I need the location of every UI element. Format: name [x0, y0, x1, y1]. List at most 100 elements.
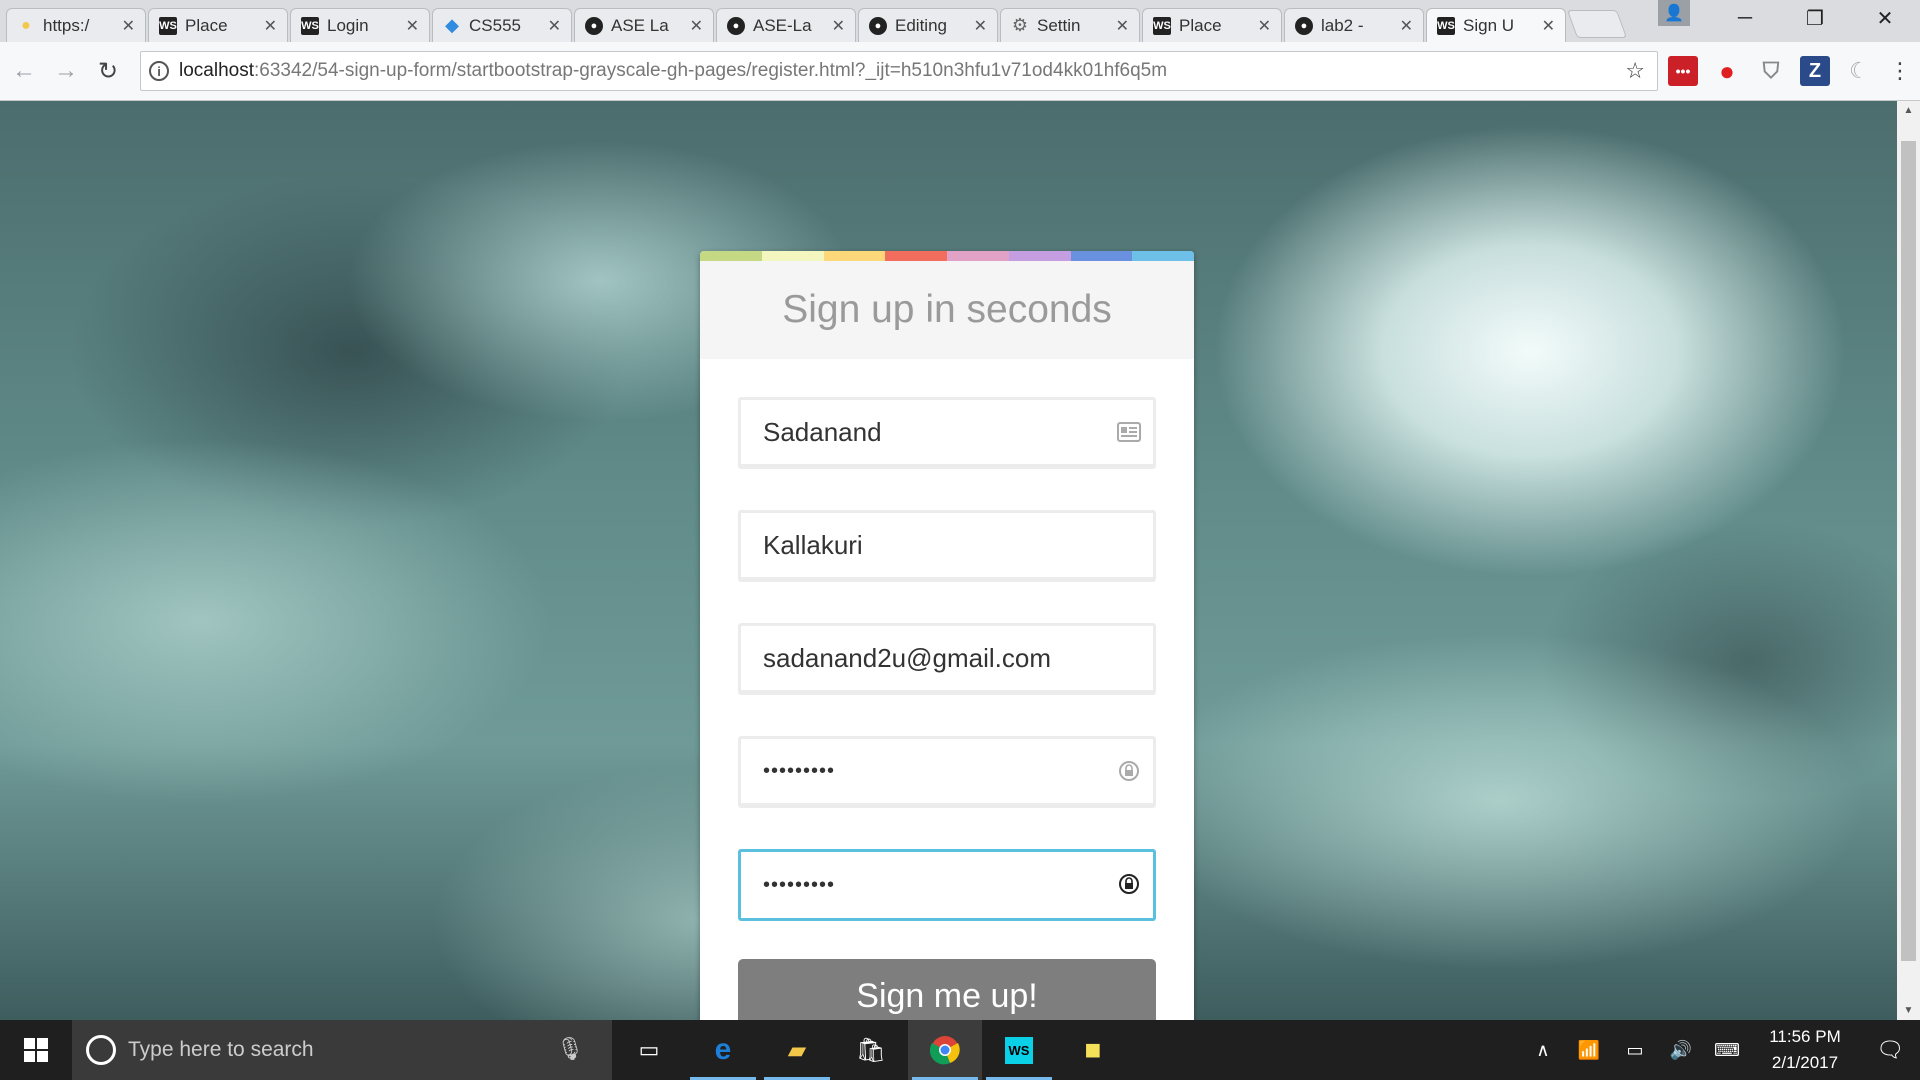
form-title: Sign up in seconds [700, 261, 1194, 359]
webstorm-icon[interactable]: WS [982, 1020, 1056, 1080]
dropbox-icon: ◆ [445, 15, 459, 35]
sign-up-button[interactable]: Sign me up! [738, 959, 1156, 1020]
first-name-input[interactable] [741, 400, 1153, 464]
address-bar[interactable]: i localhost:63342/54-sign-up-form/startb… [140, 51, 1658, 91]
url-host: localhost [179, 60, 254, 81]
windows-taskbar: Type here to search 🎙 ▭ e ▰ 🛍 WS ■ ∧ 📶 ▭… [0, 1020, 1920, 1080]
notifications-icon[interactable]: 🗨 [1860, 1037, 1920, 1063]
color-stripe [700, 251, 1194, 261]
battery-icon[interactable]: ▭ [1612, 1040, 1658, 1061]
gear-icon: ⚙ [1011, 15, 1029, 35]
webstorm-icon: WS [159, 16, 177, 35]
tab-11-active[interactable]: WS Sign U ✕ [1426, 8, 1566, 42]
microphone-icon[interactable]: 🎙 [556, 1036, 584, 1062]
wifi-icon[interactable]: 📶 [1566, 1040, 1612, 1061]
cortana-icon [86, 1035, 116, 1065]
url-path: :63342/54-sign-up-form/startbootstrap-gr… [254, 60, 1168, 81]
stripe-segment [947, 251, 1009, 261]
tab-title: Login [327, 15, 369, 35]
stripe-segment [1008, 251, 1071, 261]
taskbar-search-box[interactable]: Type here to search 🎙 [72, 1020, 612, 1080]
close-window-button[interactable]: ✕ [1850, 0, 1920, 36]
password-manager-icon[interactable] [1115, 757, 1143, 785]
volume-icon[interactable]: 🔊 [1658, 1040, 1704, 1061]
show-hidden-icons-icon[interactable]: ∧ [1520, 1040, 1566, 1061]
info-icon[interactable]: i [149, 61, 169, 81]
page-scrollbar[interactable]: ▲ ▼ [1897, 101, 1920, 1020]
webstorm-icon: WS [1437, 16, 1455, 35]
system-tray: ∧ 📶 ▭ 🔊 ⌨ 11:56 PM 2/1/2017 🗨 [1520, 1020, 1920, 1080]
windows-logo-icon [24, 1038, 48, 1062]
shield-icon[interactable]: ⛉ [1756, 56, 1786, 86]
close-icon[interactable]: ✕ [690, 16, 703, 36]
close-icon[interactable]: ✕ [264, 16, 277, 36]
stripe-segment [1132, 251, 1194, 261]
restore-button[interactable]: ❐ [1780, 0, 1850, 36]
close-icon[interactable]: ✕ [1400, 16, 1413, 36]
tab-title: ASE-La [753, 15, 812, 35]
moon-icon[interactable]: ☾ [1844, 56, 1874, 86]
tab-6[interactable]: ● ASE-La ✕ [716, 8, 856, 42]
forward-button[interactable]: → [48, 53, 84, 89]
new-tab-button[interactable] [1566, 10, 1628, 38]
profile-icon[interactable]: 👤 [1658, 0, 1690, 26]
scroll-down-arrow-icon[interactable]: ▼ [1897, 1005, 1920, 1016]
signup-form: Sign me up! [700, 359, 1194, 1020]
scrollbar-thumb[interactable] [1901, 141, 1916, 961]
password-input[interactable] [741, 739, 1153, 803]
tab-9[interactable]: WS Place ✕ [1142, 8, 1282, 42]
tab-7[interactable]: ● Editing ✕ [858, 8, 998, 42]
stripe-segment [761, 251, 824, 261]
back-button[interactable]: ← [6, 53, 42, 89]
tab-title: lab2 - [1321, 15, 1364, 35]
chrome-icon[interactable] [908, 1020, 982, 1080]
minimize-button[interactable]: ─ [1710, 0, 1780, 36]
tab-2[interactable]: WS Place ✕ [148, 8, 288, 42]
tab-10[interactable]: ● lab2 - ✕ [1284, 8, 1424, 42]
taskbar-clock[interactable]: 11:56 PM 2/1/2017 [1750, 1024, 1860, 1076]
scroll-up-arrow-icon[interactable]: ▲ [1897, 105, 1920, 116]
keyboard-icon[interactable]: ⌨ [1704, 1040, 1750, 1061]
email-input[interactable] [741, 626, 1153, 690]
opera-icon[interactable]: ● [1712, 56, 1742, 86]
zotero-icon[interactable]: Z [1800, 56, 1830, 86]
file-explorer-icon[interactable]: ▰ [760, 1020, 834, 1080]
close-icon[interactable]: ✕ [406, 16, 419, 36]
github-icon: ● [727, 16, 745, 35]
edge-icon[interactable]: e [686, 1020, 760, 1080]
start-button[interactable] [0, 1020, 72, 1080]
tab-4[interactable]: ◆ CS555 ✕ [432, 8, 572, 42]
webstorm-icon: WS [1153, 16, 1171, 35]
menu-icon[interactable]: ⋮ [1888, 58, 1912, 84]
last-name-field [738, 510, 1156, 582]
close-icon[interactable]: ✕ [1542, 16, 1555, 36]
tab-3[interactable]: WS Login ✕ [290, 8, 430, 42]
tab-5[interactable]: ● ASE La ✕ [574, 8, 714, 42]
close-icon[interactable]: ✕ [974, 16, 987, 36]
stripe-segment [885, 251, 947, 261]
github-icon: ● [1295, 16, 1313, 35]
webstorm-icon: WS [301, 16, 319, 35]
github-icon: ● [585, 16, 603, 35]
search-placeholder: Type here to search [128, 1038, 314, 1061]
close-icon[interactable]: ✕ [1258, 16, 1271, 36]
stripe-segment [1070, 251, 1133, 261]
store-icon[interactable]: 🛍 [834, 1020, 908, 1080]
lastpass-icon[interactable]: ••• [1668, 56, 1698, 86]
task-view-icon[interactable]: ▭ [612, 1020, 686, 1080]
close-icon[interactable]: ✕ [832, 16, 845, 36]
close-icon[interactable]: ✕ [1116, 16, 1129, 36]
password-manager-icon[interactable] [1115, 870, 1143, 898]
sticky-notes-icon[interactable]: ■ [1056, 1020, 1130, 1080]
tab-8[interactable]: ⚙ Settin ✕ [1000, 8, 1140, 42]
tab-title: Sign U [1463, 15, 1515, 35]
tab-list: ● https:/ ✕ WS Place ✕ WS Login ✕ ◆ CS55… [0, 0, 1628, 42]
bookmark-star-icon[interactable]: ☆ [1625, 58, 1645, 84]
signup-card: Sign up in seconds Sadanand Kallakuri sa… [700, 251, 1194, 1020]
close-icon[interactable]: ✕ [548, 16, 561, 36]
close-icon[interactable]: ✕ [122, 16, 135, 36]
tab-1[interactable]: ● https:/ ✕ [6, 8, 146, 42]
confirm-password-input[interactable] [741, 852, 1153, 918]
last-name-input[interactable] [741, 513, 1153, 577]
reload-button[interactable]: ↻ [90, 53, 126, 89]
